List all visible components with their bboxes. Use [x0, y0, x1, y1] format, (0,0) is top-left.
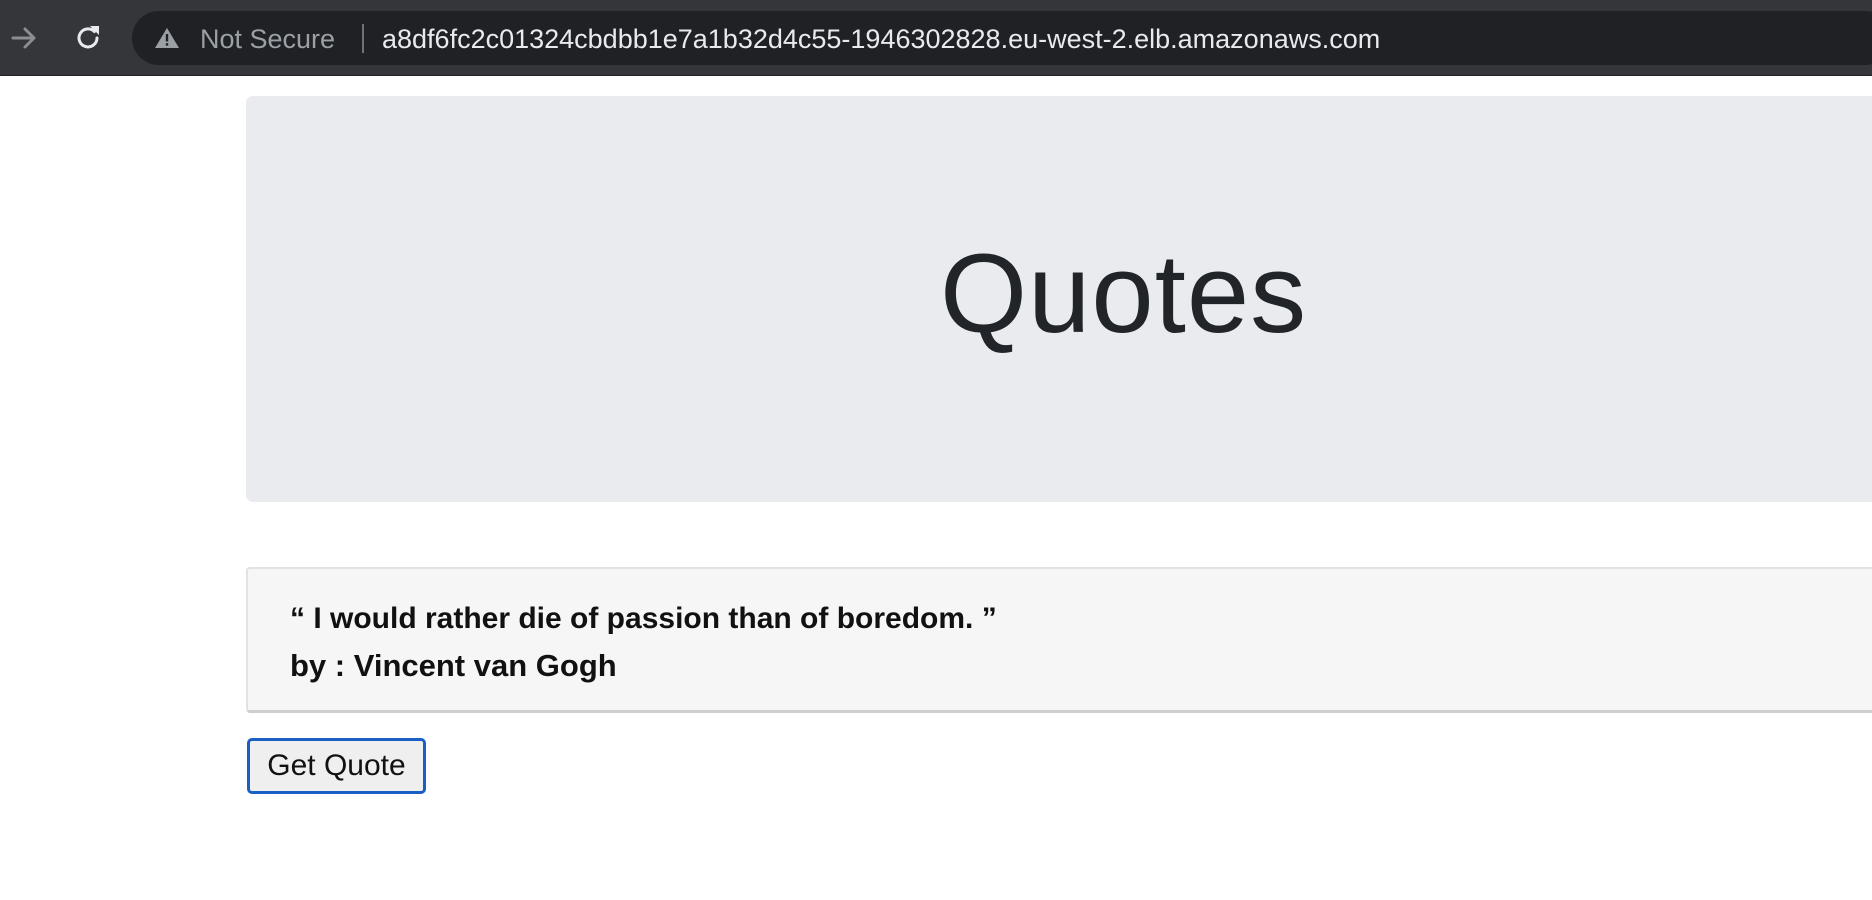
quote-card: “ I would rather die of passion than of … — [246, 567, 1872, 713]
warning-triangle-icon[interactable] — [154, 26, 180, 50]
address-bar[interactable]: Not Secure a8df6fc2c01324cbdbb1e7a1b32d4… — [132, 11, 1872, 65]
browser-toolbar: Not Secure a8df6fc2c01324cbdbb1e7a1b32d4… — [0, 0, 1872, 76]
quote-author: by : Vincent van Gogh — [290, 648, 617, 683]
url-text[interactable]: a8df6fc2c01324cbdbb1e7a1b32d4c55-1946302… — [382, 25, 1380, 53]
forward-arrow-icon[interactable] — [4, 18, 44, 58]
page-title: Quotes — [940, 231, 1308, 356]
security-status-label[interactable]: Not Secure — [200, 25, 335, 53]
quote-text: “ I would rather die of passion than of … — [290, 602, 997, 635]
get-quote-button[interactable]: Get Quote — [247, 738, 426, 794]
address-bar-divider — [362, 24, 364, 53]
reload-icon[interactable] — [68, 18, 108, 58]
